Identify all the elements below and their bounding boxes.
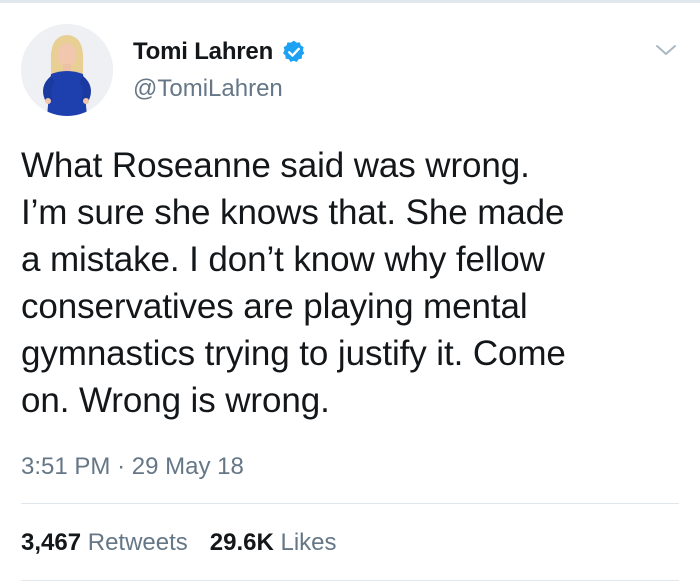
display-name[interactable]: Tomi Lahren [133, 38, 307, 66]
divider [21, 580, 679, 581]
tweet-timestamp[interactable]: 3:51 PM · 29 May 18 [21, 453, 244, 481]
avatar-image [21, 24, 113, 116]
avatar[interactable] [21, 24, 113, 116]
tweet-date: 29 May 18 [131, 453, 244, 480]
chevron-down-icon[interactable] [653, 40, 679, 60]
tweet-card: Tomi Lahren @TomiLahren What Roseanne sa… [0, 0, 700, 584]
tweet-text: What Roseanne said was wrong. I’m sure s… [21, 146, 566, 420]
likes-count: 29.6K [209, 529, 274, 556]
retweets-stat[interactable]: 3,467 Retweets [21, 529, 188, 557]
retweets-label: Retweets [87, 529, 188, 556]
likes-stat[interactable]: 29.6K Likes [210, 529, 337, 557]
tweet-stats: 3,467 Retweets 29.6K Likes [21, 529, 359, 557]
retweets-count: 3,467 [21, 529, 82, 556]
display-name-text[interactable]: Tomi Lahren [133, 38, 273, 66]
verified-badge-icon [283, 40, 305, 62]
divider [21, 503, 679, 504]
user-handle[interactable]: @TomiLahren [133, 75, 283, 103]
likes-label: Likes [280, 529, 337, 556]
timestamp-separator: · [117, 453, 126, 480]
tweet-time: 3:51 PM [21, 453, 111, 480]
